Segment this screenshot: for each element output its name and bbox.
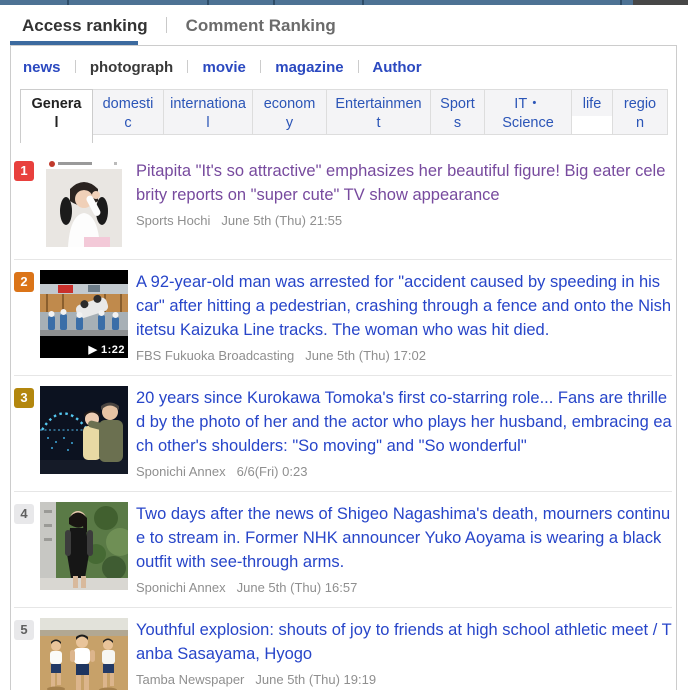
- selfie-illustration: [40, 159, 128, 247]
- tab-it-science[interactable]: IT・ Science: [484, 89, 572, 135]
- article-source: Sponichi Annex: [136, 464, 226, 479]
- thumbnail-mourner-image[interactable]: [40, 502, 128, 590]
- article-source: Sports Hochi: [136, 213, 211, 228]
- article-title[interactable]: A 92-year-old man was arrested for "acci…: [136, 270, 672, 342]
- item-text: A 92-year-old man was arrested for "acci…: [136, 270, 672, 363]
- article-date: June 5th (Thu) 21:55: [221, 213, 343, 228]
- ranking-panel: news photograph movie magazine Author Ge…: [10, 45, 677, 690]
- item-text: Two days after the news of Shigeo Nagash…: [136, 502, 672, 595]
- ranking-header: Access ranking Comment Ranking: [0, 5, 688, 45]
- video-duration: ▶ 1:22: [88, 344, 125, 356]
- rank-badge: 5: [14, 620, 34, 640]
- night-couple-illustration: [40, 386, 128, 474]
- article-meta: Sponichi Annex June 5th (Thu) 16:57: [136, 580, 672, 595]
- tab-sports[interactable]: Sports: [430, 89, 485, 135]
- rank-badge: 3: [14, 388, 34, 408]
- article-date: June 5th (Thu) 17:02: [305, 348, 426, 363]
- link-movie[interactable]: movie: [203, 59, 246, 76]
- link-divider: [74, 60, 76, 73]
- media-type-links: news photograph movie magazine Author: [11, 46, 676, 87]
- ranking-item-2: 2 ▶ 1:22 A 92-year-old man was arrested …: [14, 259, 672, 375]
- tab-access-ranking[interactable]: Access ranking: [22, 16, 148, 36]
- article-title[interactable]: 20 years since Kurokawa Tomoka's first c…: [136, 386, 672, 458]
- link-divider: [357, 60, 359, 73]
- ranking-item-4: 4 Two days after the news of Shigeo Naga…: [14, 491, 672, 607]
- athletic-meet-illustration: [40, 618, 128, 690]
- rank-badge: 4: [14, 504, 34, 524]
- category-tabs: General domestic international economy E…: [20, 89, 676, 143]
- article-date: June 5th (Thu) 19:19: [255, 672, 377, 687]
- link-magazine[interactable]: magazine: [275, 59, 343, 76]
- thumbnail-athletic-meet-image[interactable]: [40, 618, 128, 690]
- article-meta: FBS Fukuoka Broadcasting June 5th (Thu) 1…: [136, 348, 672, 363]
- tab-entertainment[interactable]: Entertainment: [326, 89, 431, 135]
- tab-region[interactable]: region: [612, 89, 668, 135]
- article-title[interactable]: Youthful explosion: shouts of joy to fri…: [136, 618, 672, 666]
- tab-general[interactable]: General: [20, 89, 93, 143]
- article-source: FBS Fukuoka Broadcasting: [136, 348, 295, 363]
- tab-comment-ranking[interactable]: Comment Ranking: [186, 16, 336, 36]
- article-meta: Tamba Newspaper June 5th (Thu) 19:19: [136, 672, 672, 687]
- article-meta: Sponichi Annex 6/6(Fri) 0:23: [136, 464, 672, 479]
- thumbnail-selfie-image[interactable]: [40, 159, 128, 247]
- article-source: Sponichi Annex: [136, 580, 226, 595]
- link-divider: [260, 60, 262, 73]
- thumbnail-night-couple-image[interactable]: [40, 386, 128, 474]
- active-tab-underline: [10, 41, 138, 45]
- rank-badge: 1: [14, 161, 34, 181]
- article-meta: Sports Hochi June 5th (Thu) 21:55: [136, 213, 672, 228]
- rank-badge: 2: [14, 272, 34, 292]
- ranking-item-5: 5 Youthful explosion: shouts of joy to f…: [14, 607, 672, 690]
- link-author[interactable]: Author: [372, 59, 421, 76]
- article-date: 6/6(Fri) 0:23: [236, 464, 308, 479]
- ranking-item-3: 3 20 years since Kurokawa Tomoka's first…: [14, 375, 672, 491]
- item-text: Pitapita "It's so attractive" emphasizes…: [136, 159, 672, 247]
- article-title[interactable]: Two days after the news of Shigeo Nagash…: [136, 502, 672, 574]
- tab-life[interactable]: life: [571, 89, 613, 135]
- tab-international[interactable]: international: [163, 89, 253, 135]
- ranking-list: 1 Pitapita "It's so attractive" emphasiz…: [11, 143, 676, 690]
- article-source: Tamba Newspaper: [136, 672, 245, 687]
- link-divider: [187, 60, 189, 73]
- link-photograph[interactable]: photograph: [90, 59, 173, 76]
- article-date: June 5th (Thu) 16:57: [236, 580, 358, 595]
- item-text: 20 years since Kurokawa Tomoka's first c…: [136, 386, 672, 479]
- tab-domestic[interactable]: domestic: [92, 89, 164, 135]
- article-title[interactable]: Pitapita "It's so attractive" emphasizes…: [136, 159, 672, 207]
- mourner-illustration: [40, 502, 128, 590]
- play-icon: ▶: [88, 344, 98, 356]
- tab-divider: [166, 17, 168, 33]
- link-news[interactable]: news: [23, 59, 61, 76]
- item-text: Youthful explosion: shouts of joy to fri…: [136, 618, 672, 690]
- thumbnail-accident-video[interactable]: ▶ 1:22: [40, 270, 128, 358]
- ranking-item-1: 1 Pitapita "It's so attractive" emphasiz…: [14, 149, 672, 259]
- tab-economy[interactable]: economy: [252, 89, 327, 135]
